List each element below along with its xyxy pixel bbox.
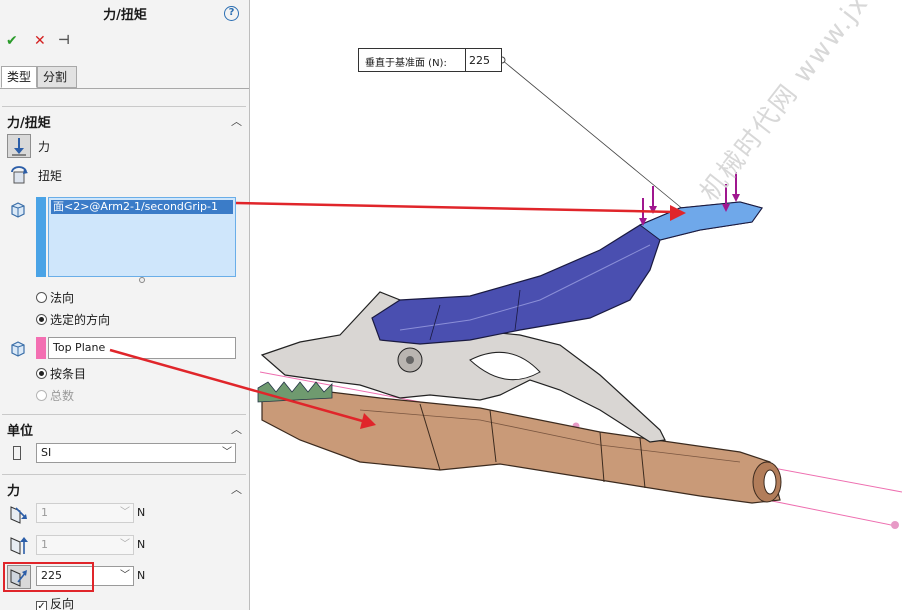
callout-label: 垂直于基准面 (N): [365,58,447,69]
callout-value[interactable]: 225 [469,54,490,67]
lower-grip-arm[interactable] [261,391,782,504]
callout-leader-line [501,59,685,211]
jaw-teeth [257,381,333,403]
plane-reference-point [891,521,899,529]
upper-grip-arm[interactable] [371,201,763,345]
callout-divider [465,49,466,71]
force-value-callout[interactable]: 垂直于基准面 (N): 225 [358,48,502,72]
